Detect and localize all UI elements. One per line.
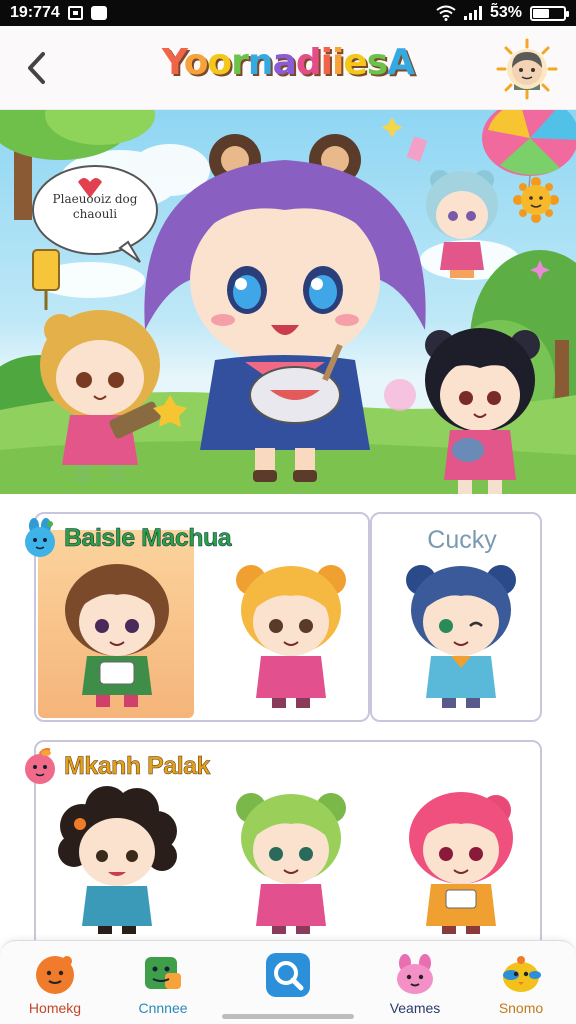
home-indicator xyxy=(222,1014,354,1019)
hero-illustration xyxy=(0,110,576,494)
speech-bubble-text: Plaeuooiz dog chaouli xyxy=(52,192,138,221)
orange-face-icon xyxy=(36,956,74,994)
pink-apple-icon xyxy=(25,748,55,784)
section-header-1: Baisle Machua xyxy=(20,518,232,558)
battery-percent: 5̃3% xyxy=(489,4,522,21)
blonde-bear-chibi-avatar xyxy=(236,565,346,708)
status-time: 19:774 xyxy=(10,4,60,21)
status-bar: 19:774 5̃3% xyxy=(0,0,576,26)
profile-avatar-button[interactable] xyxy=(496,38,558,100)
wifi-icon xyxy=(436,5,456,21)
nav-label-home: Homekg xyxy=(28,1000,82,1016)
section-title-1: Baisle Machua xyxy=(64,523,232,552)
search-icon xyxy=(266,953,310,997)
nav-item-channels[interactable]: Cnnnee xyxy=(118,953,208,1019)
character-card-brown-hair[interactable] xyxy=(52,560,182,710)
nav-label-games: Veames xyxy=(389,1000,441,1016)
battery-icon xyxy=(530,5,569,21)
green-bear-chibi-avatar xyxy=(236,793,346,934)
app-header: YoornadiiesA xyxy=(0,26,576,110)
nav-label-channels: Cnnnee xyxy=(138,1000,188,1016)
yellow-chick-icon xyxy=(503,956,541,992)
nav-item-games[interactable]: Veames xyxy=(370,953,460,1019)
pink-hair-chibi-avatar xyxy=(409,792,513,934)
character-card-blonde-bear[interactable] xyxy=(226,560,356,710)
nav-item-home[interactable]: Homekg xyxy=(10,953,100,1019)
brown-hair-chibi-avatar xyxy=(65,564,169,707)
character-card-blue-bear[interactable] xyxy=(396,560,526,710)
section-header-2: Mkanh Palak xyxy=(20,746,211,786)
avatar xyxy=(496,38,558,100)
character-card-green-bear[interactable] xyxy=(226,786,356,936)
notification-icon xyxy=(67,6,83,20)
bottom-navigation: Homekg Cnnnee Veames Snomo xyxy=(0,940,576,1024)
blue-bunny-icon xyxy=(25,518,55,557)
signal-icon xyxy=(463,6,482,20)
character-card-curly-hair[interactable] xyxy=(52,786,182,936)
hero-banner[interactable]: Plaeuooiz dog chaouli xyxy=(0,110,576,494)
green-block-icon xyxy=(145,957,181,989)
pink-bunny-icon xyxy=(397,954,433,994)
message-icon xyxy=(90,6,107,20)
blue-bear-chibi-avatar xyxy=(406,565,516,708)
curly-hair-chibi-avatar xyxy=(58,786,177,934)
nav-item-snomo[interactable]: Snomo xyxy=(476,953,566,1019)
character-card-pink-hair[interactable] xyxy=(396,786,526,936)
app-title: YoornadiiesA xyxy=(161,42,415,83)
nav-label-snomo: Snomo xyxy=(498,1000,544,1016)
section-title-2: Mkanh Palak xyxy=(64,751,211,780)
nav-item-search[interactable] xyxy=(243,953,333,1019)
section-subtitle-1: Cucky xyxy=(427,526,497,554)
